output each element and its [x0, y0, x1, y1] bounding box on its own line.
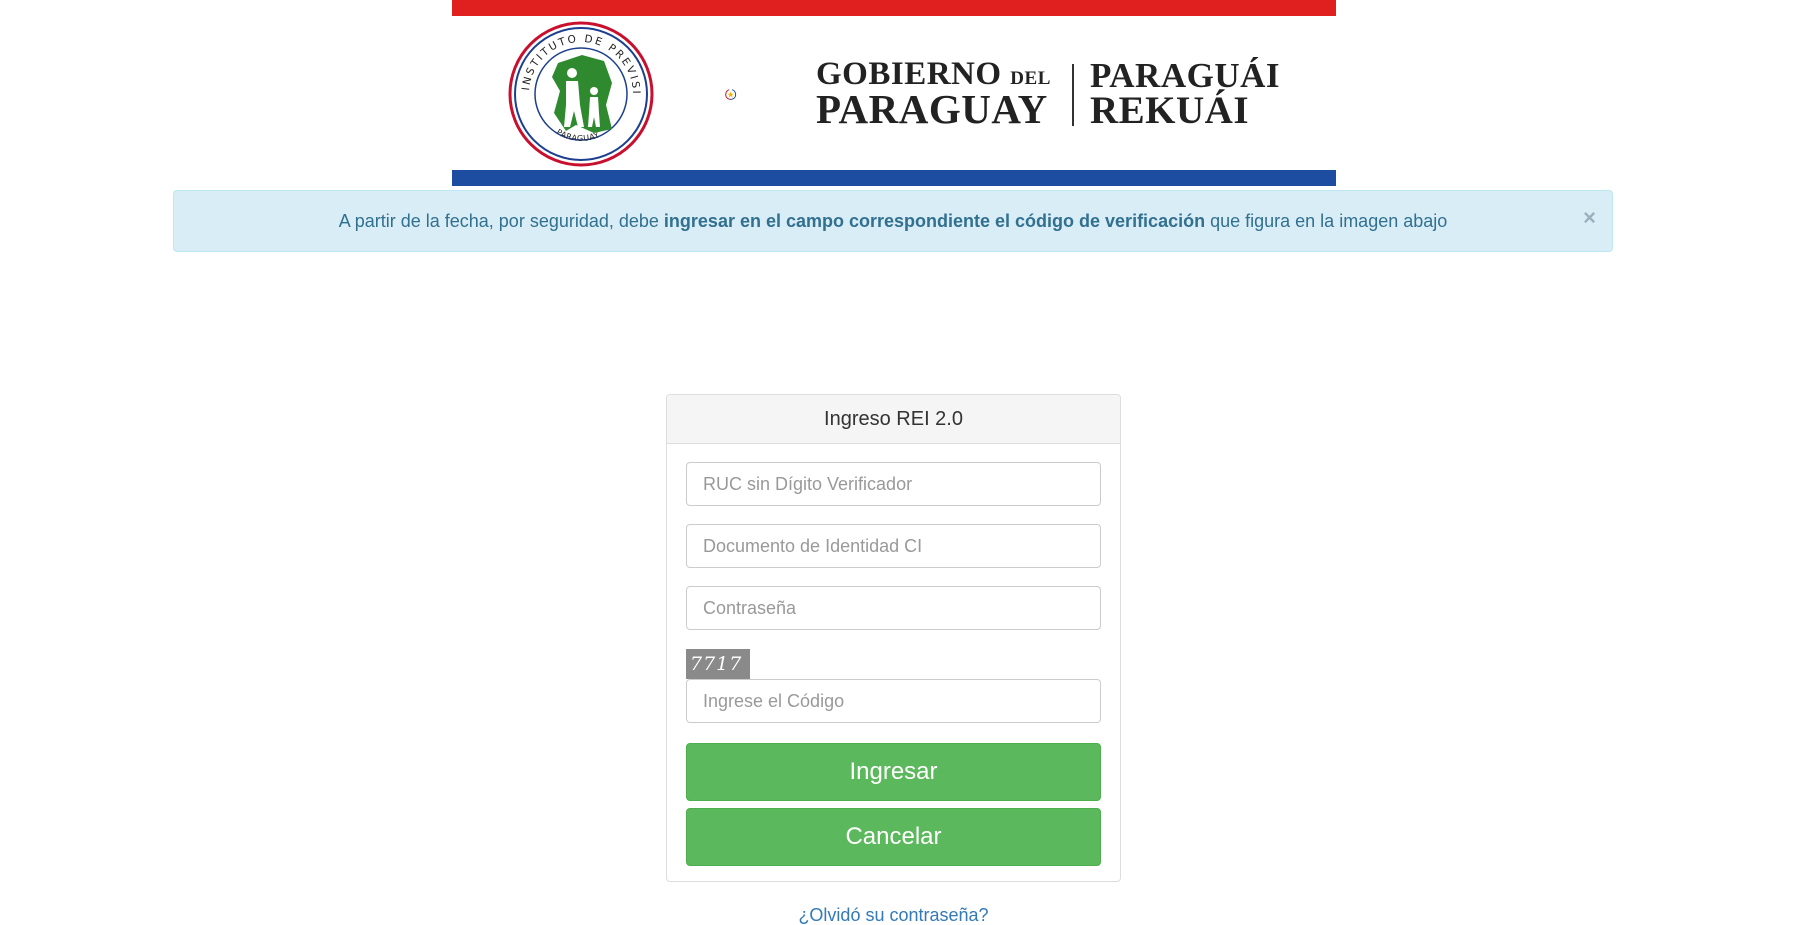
flag-red-stripe: [452, 0, 1336, 16]
paraguay-coat-of-arms-icon: [725, 89, 737, 100]
captcha-image: 7717: [686, 649, 750, 679]
captcha-code-input[interactable]: [686, 679, 1101, 723]
flag-blue-stripe: [452, 170, 1336, 186]
gov-slogan-line2: REKUÁI: [1090, 89, 1250, 132]
ips-seal-logo: INSTITUTO DE PREVISION SOCIAL PARAGUAY: [508, 21, 654, 167]
cancel-button[interactable]: Cancelar: [686, 808, 1101, 866]
forgot-password-link[interactable]: ¿Olvidó su contraseña?: [666, 906, 1121, 924]
submit-button[interactable]: Ingresar: [686, 743, 1101, 801]
alert-message: A partir de la fecha, por seguridad, deb…: [338, 210, 1448, 231]
close-icon[interactable]: ×: [1583, 207, 1596, 229]
login-title: Ingreso REI 2.0: [667, 395, 1120, 444]
gov-divider: [1072, 64, 1074, 126]
info-alert: A partir de la fecha, por seguridad, deb…: [173, 190, 1613, 252]
ruc-input[interactable]: [686, 462, 1101, 506]
gov-slogan-line1: PARAGUÁI: [1090, 56, 1281, 95]
login-panel: Ingreso REI 2.0 7717 Ingresar Cancelar: [666, 394, 1121, 882]
ci-input[interactable]: [686, 524, 1101, 568]
password-input[interactable]: [686, 586, 1101, 630]
header-banner: INSTITUTO DE PREVISION SOCIAL PARAGUAY G…: [452, 0, 1336, 186]
gov-title-line2: PARAGUAY: [816, 86, 1048, 132]
